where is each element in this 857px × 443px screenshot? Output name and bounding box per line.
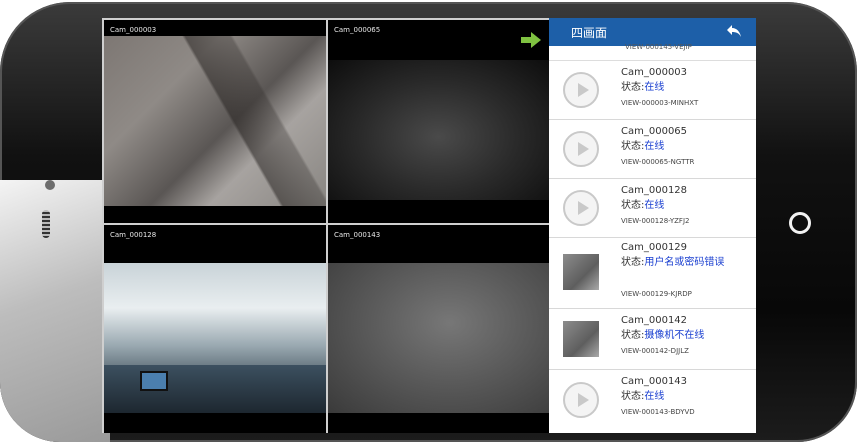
camera-name: Cam_000129: [621, 242, 688, 253]
panel-header: 四画面: [549, 18, 756, 46]
status-prefix: 状态:: [621, 82, 645, 93]
video-cell-1[interactable]: Cam_000003: [104, 20, 326, 223]
view-id: VIEW-000142-DJJLZ: [621, 347, 689, 355]
view-id: VIEW-000129-KJRDP: [621, 290, 692, 298]
status-value: 用户名或密码错误: [644, 257, 725, 268]
phone-edge: [0, 180, 110, 442]
list-item[interactable]: Cam_000143 状态:在线 VIEW-000143-BDYVD: [549, 370, 756, 433]
list-item[interactable]: Cam_000003 状态:在线 VIEW-000003-MINHXT: [549, 61, 756, 120]
list-item[interactable]: Cam_000065 状态:在线 VIEW-000065-NGTTR: [549, 120, 756, 179]
feed-shadow: [104, 36, 326, 206]
front-camera-icon: [45, 180, 55, 190]
play-icon[interactable]: [563, 131, 599, 167]
camera-status: 状态:在线: [621, 82, 746, 94]
video-cell-2[interactable]: Cam_000065: [328, 20, 549, 223]
video-feed: [328, 60, 549, 200]
panel-title: 四画面: [571, 26, 608, 40]
status-prefix: 状态:: [621, 391, 645, 402]
camera-label: Cam_000065: [334, 26, 381, 34]
list-item-partial[interactable]: VIEW-000145-VEJIP: [549, 43, 756, 61]
app-screen: Cam_000003 Cam_000065 Cam_000128 Cam_000…: [102, 18, 756, 433]
feed-detail: [104, 365, 326, 413]
status-value: 在线: [644, 391, 665, 402]
camera-list-panel: 四画面 VIEW-000145-VEJIP Cam_000003 状态:在线 V…: [549, 18, 756, 433]
back-icon[interactable]: [726, 24, 742, 38]
camera-name: Cam_000003: [621, 67, 688, 78]
camera-status: 状态:摄像机不在线: [621, 330, 746, 342]
list-item[interactable]: Cam_000142 状态:摄像机不在线 VIEW-000142-DJJLZ: [549, 309, 756, 370]
view-id: VIEW-000003-MINHXT: [621, 99, 699, 107]
camera-snapshot[interactable]: [563, 321, 599, 357]
status-prefix: 状态:: [621, 257, 645, 268]
status-value: 在线: [644, 141, 665, 152]
camera-label: Cam_000128: [110, 231, 157, 239]
camera-label: Cam_000143: [334, 231, 381, 239]
status-prefix: 状态:: [621, 200, 645, 211]
video-cell-3[interactable]: Cam_000128: [104, 225, 326, 433]
status-value: 在线: [644, 82, 665, 93]
camera-name: Cam_000128: [621, 185, 688, 196]
list-item[interactable]: Cam_000128 状态:在线 VIEW-000128-YZFJ2: [549, 179, 756, 238]
play-icon[interactable]: [563, 190, 599, 226]
home-button[interactable]: [789, 212, 811, 234]
status-value: 在线: [644, 200, 665, 211]
camera-list: VIEW-000145-VEJIP Cam_000003 状态:在线 VIEW-…: [549, 43, 756, 433]
camera-status: 状态:在线: [621, 141, 746, 153]
camera-label: Cam_000003: [110, 26, 157, 34]
camera-status: 状态:在线: [621, 200, 746, 212]
camera-name: Cam_000142: [621, 315, 688, 326]
view-id: VIEW-000143-BDYVD: [621, 408, 695, 416]
status-prefix: 状态:: [621, 141, 645, 152]
camera-status: 状态:用户名或密码错误: [621, 257, 746, 269]
video-feed: [328, 263, 549, 413]
camera-name: Cam_000143: [621, 376, 688, 387]
play-icon[interactable]: [563, 72, 599, 108]
view-id: VIEW-000145-VEJIP: [625, 43, 692, 51]
view-id: VIEW-000065-NGTTR: [621, 158, 695, 166]
feed-detail: [140, 371, 168, 391]
status-value: 摄像机不在线: [644, 330, 705, 341]
quad-video-grid: Cam_000003 Cam_000065 Cam_000128 Cam_000…: [102, 18, 549, 433]
view-id: VIEW-000128-YZFJ2: [621, 217, 690, 225]
camera-snapshot[interactable]: [563, 254, 599, 290]
play-icon[interactable]: [563, 382, 599, 418]
video-cell-4[interactable]: Cam_000143: [328, 225, 549, 433]
camera-name: Cam_000065: [621, 126, 688, 137]
status-prefix: 状态:: [621, 330, 645, 341]
camera-status: 状态:在线: [621, 391, 746, 403]
speaker-grille: [42, 210, 50, 238]
list-item[interactable]: Cam_000129 状态:用户名或密码错误 VIEW-000129-KJRDP: [549, 238, 756, 309]
